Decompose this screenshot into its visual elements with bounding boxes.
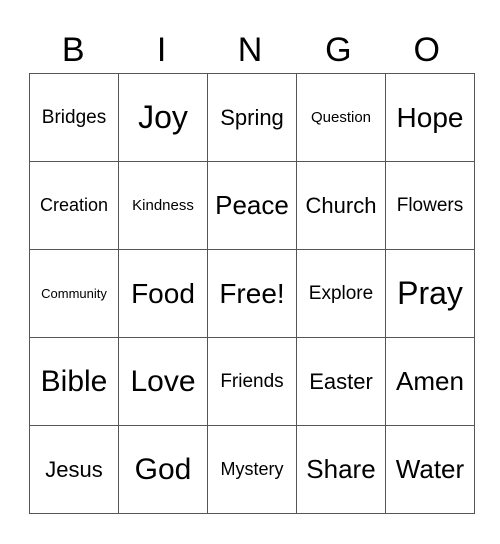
free-space-cell[interactable]: Free!	[207, 249, 297, 338]
bingo-card: Bridges Joy Spring Question Hope Creatio…	[29, 73, 475, 514]
bingo-row: Community Food Free! Explore Pray	[29, 249, 475, 338]
bingo-cell[interactable]: Peace	[207, 161, 297, 250]
bingo-row: Bridges Joy Spring Question Hope	[29, 73, 475, 162]
bingo-row: Bible Love Friends Easter Amen	[29, 337, 475, 426]
bingo-row: Creation Kindness Peace Church Flowers	[29, 161, 475, 250]
header-letter-b: B	[61, 31, 85, 69]
bingo-cell[interactable]: Friends	[207, 337, 297, 426]
bingo-cell[interactable]: Bridges	[29, 73, 119, 162]
bingo-cell[interactable]: Joy	[118, 73, 208, 162]
bingo-cell[interactable]: Spring	[207, 73, 297, 162]
bingo-cell[interactable]: Water	[385, 425, 475, 514]
bingo-cell[interactable]: God	[118, 425, 208, 514]
bingo-cell[interactable]: Food	[118, 249, 208, 338]
bingo-cell[interactable]: Bible	[29, 337, 119, 426]
bingo-cell[interactable]: Church	[296, 161, 386, 250]
bingo-cell[interactable]: Flowers	[385, 161, 475, 250]
header-letter-n: N	[237, 31, 263, 69]
bingo-cell[interactable]: Share	[296, 425, 386, 514]
bingo-cell[interactable]: Pray	[385, 249, 475, 338]
header-letter-i: I	[156, 31, 167, 69]
bingo-cell[interactable]: Easter	[296, 337, 386, 426]
bingo-cell[interactable]: Amen	[385, 337, 475, 426]
bingo-header: B I N G O	[29, 28, 471, 72]
bingo-cell[interactable]: Kindness	[118, 161, 208, 250]
bingo-cell[interactable]: Community	[29, 249, 119, 338]
bingo-cell[interactable]: Hope	[385, 73, 475, 162]
bingo-cell[interactable]: Question	[296, 73, 386, 162]
header-letter-o: O	[413, 31, 440, 69]
bingo-cell[interactable]: Explore	[296, 249, 386, 338]
bingo-cell[interactable]: Creation	[29, 161, 119, 250]
bingo-row: Jesus God Mystery Share Water	[29, 425, 475, 514]
bingo-cell[interactable]: Mystery	[207, 425, 297, 514]
header-letter-g: G	[325, 31, 352, 69]
bingo-cell[interactable]: Jesus	[29, 425, 119, 514]
bingo-cell[interactable]: Love	[118, 337, 208, 426]
